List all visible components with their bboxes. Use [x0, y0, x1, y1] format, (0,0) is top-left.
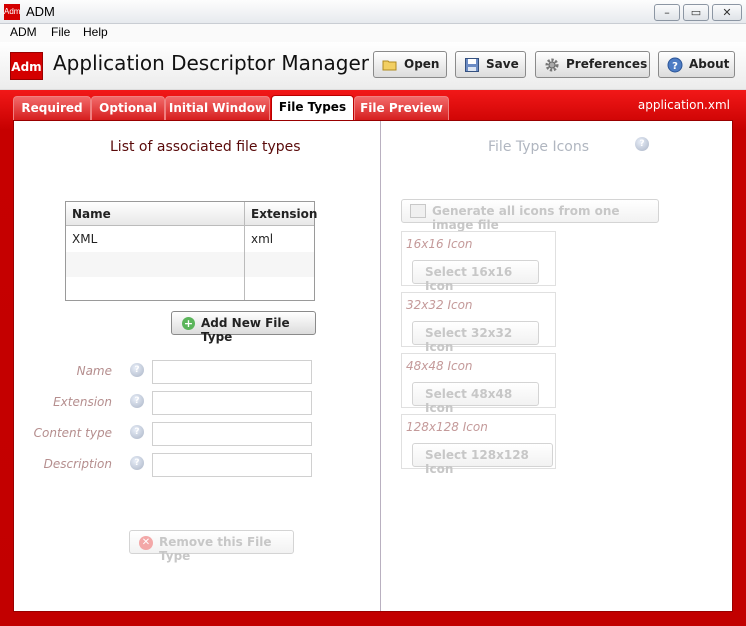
select-16-icon-button[interactable]: Select 16x16 Icon	[412, 260, 539, 293]
help-icon: ?	[667, 57, 683, 73]
name-label: Name	[76, 364, 112, 378]
window-titlebar: Adm ADM – ▭ ✕	[0, 0, 746, 24]
remove-icon: ✕	[139, 536, 153, 550]
extension-input[interactable]	[152, 391, 312, 415]
name-help-icon[interactable]: ?	[130, 363, 144, 377]
about-button[interactable]: ? About	[658, 51, 735, 78]
save-button[interactable]: Save	[455, 51, 526, 78]
extension-help-icon[interactable]: ?	[130, 394, 144, 408]
close-icon: ✕	[722, 6, 732, 19]
adm-logo: Adm	[10, 52, 43, 80]
table-row[interactable]: XML xml	[66, 227, 314, 252]
select-128-label: Select 128x128 Icon	[425, 448, 529, 476]
menu-bar: ADM File Help	[0, 24, 746, 42]
column-separator	[244, 202, 245, 300]
file-type-icons-title: File Type Icons	[488, 139, 590, 155]
generate-icons-button[interactable]: Generate all icons from one image file	[401, 199, 659, 232]
select-48-icon-button[interactable]: Select 48x48 Icon	[412, 382, 539, 415]
about-label: About	[689, 57, 730, 71]
description-label: Description	[43, 457, 112, 471]
maximize-icon: ▭	[690, 6, 702, 19]
icon-48-box: 48x48 Icon Select 48x48 Icon	[401, 353, 556, 415]
description-input[interactable]	[152, 453, 312, 477]
remove-file-type-label: Remove this File Type	[159, 535, 272, 563]
file-types-list-title: List of associated file types	[110, 139, 301, 155]
save-label: Save	[486, 57, 519, 71]
add-file-type-button[interactable]: + Add New File Type	[171, 311, 316, 344]
cell-name: XML	[72, 232, 98, 246]
close-button[interactable]: ✕	[712, 4, 742, 21]
icon-48-caption: 48x48 Icon	[406, 359, 473, 373]
preferences-button[interactable]: Preferences	[535, 51, 650, 78]
select-16-label: Select 16x16 Icon	[425, 265, 513, 293]
icon-32-caption: 32x32 Icon	[406, 298, 473, 312]
icon-16-box: 16x16 Icon Select 16x16 Icon	[401, 231, 556, 293]
descriptor-filename: application.xml	[637, 98, 730, 112]
column-header-name[interactable]: Name	[66, 202, 244, 226]
icons-help-icon[interactable]: ?	[635, 137, 649, 151]
description-help-icon[interactable]: ?	[130, 456, 144, 470]
open-label: Open	[404, 57, 440, 71]
tab-required[interactable]: Required	[13, 96, 91, 120]
open-button[interactable]: Open	[373, 51, 447, 78]
icon-32-box: 32x32 Icon Select 32x32 Icon	[401, 292, 556, 354]
extension-label: Extension	[53, 395, 112, 409]
icon-128-box: 128x128 Icon Select 128x128 Icon	[401, 414, 556, 476]
file-types-table[interactable]: Name Extension XML xml	[65, 201, 317, 301]
cell-extension: xml	[251, 232, 274, 246]
maximize-button[interactable]: ▭	[683, 4, 709, 21]
select-128-icon-button[interactable]: Select 128x128 Icon	[412, 443, 553, 476]
svg-text:?: ?	[672, 61, 678, 72]
tab-file-preview[interactable]: File Preview	[354, 96, 449, 120]
tab-optional[interactable]: Optional	[91, 96, 165, 120]
minimize-button[interactable]: –	[654, 4, 680, 21]
content-type-help-icon[interactable]: ?	[130, 425, 144, 439]
save-icon	[465, 58, 479, 72]
app-title: Application Descriptor Manager	[53, 51, 370, 75]
content-type-label: Content type	[33, 426, 112, 440]
gear-icon	[545, 58, 559, 72]
app-header: Adm Application Descriptor Manager Open …	[0, 42, 746, 90]
minimize-icon: –	[664, 6, 670, 19]
icon-16-caption: 16x16 Icon	[406, 237, 473, 251]
remove-file-type-button[interactable]: ✕ Remove this File Type	[129, 530, 294, 563]
window-title: ADM	[26, 4, 55, 19]
select-48-label: Select 48x48 Icon	[425, 387, 513, 415]
name-input[interactable]	[152, 360, 312, 384]
menu-adm[interactable]: ADM	[10, 25, 37, 39]
add-file-type-label: Add New File Type	[201, 316, 290, 344]
tab-file-types[interactable]: File Types	[271, 95, 354, 121]
tab-initial-window[interactable]: Initial Window	[165, 96, 270, 120]
main-frame: Required Optional Initial Window File Ty…	[0, 90, 746, 626]
panel-divider	[380, 121, 381, 611]
table-row-empty	[66, 252, 314, 277]
menu-file[interactable]: File	[51, 25, 70, 39]
icon-128-caption: 128x128 Icon	[406, 420, 488, 434]
folder-icon	[382, 60, 397, 71]
generate-icons-label: Generate all icons from one image file	[432, 204, 620, 232]
select-32-icon-button[interactable]: Select 32x32 Icon	[412, 321, 539, 354]
preferences-label: Preferences	[566, 57, 648, 71]
column-header-extension[interactable]: Extension	[245, 202, 317, 226]
select-32-label: Select 32x32 Icon	[425, 326, 513, 354]
add-icon: +	[182, 317, 195, 330]
file-types-panel: List of associated file types Name Exten…	[13, 120, 733, 612]
content-type-input[interactable]	[152, 422, 312, 446]
image-icon	[410, 204, 426, 218]
app-icon: Adm	[4, 4, 20, 20]
menu-help[interactable]: Help	[83, 25, 108, 39]
table-row-empty	[66, 277, 314, 300]
